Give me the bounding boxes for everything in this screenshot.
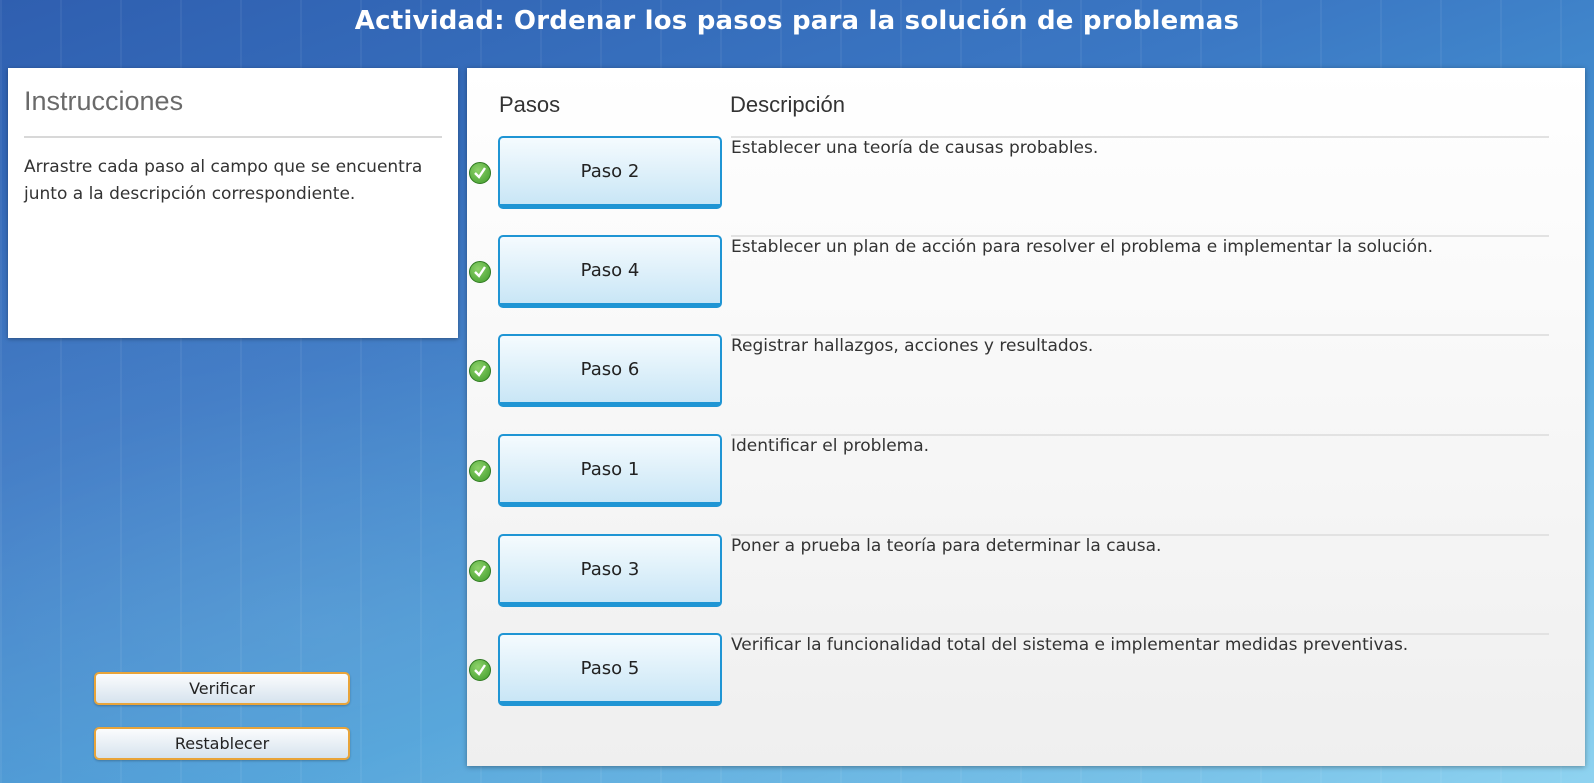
step-card[interactable]: Paso 1 [498,434,722,507]
table-row: Paso 5 Verificar la funcionalidad total … [467,633,1585,733]
page-title: Actividad: Ordenar los pasos para la sol… [354,6,1240,36]
step-card[interactable]: Paso 3 [498,534,722,607]
check-icon [469,261,491,283]
step-description: Establecer una teoría de causas probable… [731,138,1099,158]
instructions-text: Arrastre cada paso al campo que se encue… [24,157,423,204]
step-description: Registrar hallazgos, acciones y resultad… [731,336,1094,356]
steps-column-header: Pasos [499,92,561,117]
step-card[interactable]: Paso 4 [498,235,722,308]
step-card[interactable]: Paso 2 [498,136,722,209]
check-icon [469,162,491,184]
step-description: Establecer un plan de acción para resolv… [731,237,1434,257]
table-row: Paso 3 Poner a prueba la teoría para det… [467,534,1585,634]
step-description: Identificar el problema. [731,436,930,456]
instructions-divider [24,136,442,138]
step-description: Verificar la funcionalidad total del sis… [731,635,1409,655]
table-row: Paso 1 Identificar el problema. [467,434,1585,534]
reset-button[interactable]: Restablecer [94,727,350,760]
step-description: Poner a prueba la teoría para determinar… [731,536,1162,556]
instructions-panel: Instrucciones Arrastre cada paso al camp… [8,68,458,338]
check-icon [469,460,491,482]
activity-panel: Pasos Descripción Paso 2 Establecer una … [467,68,1585,766]
check-icon [469,560,491,582]
table-row: Paso 6 Registrar hallazgos, acciones y r… [467,334,1585,434]
check-icon [469,360,491,382]
check-icon [469,659,491,681]
table-row: Paso 4 Establecer un plan de acción para… [467,235,1585,335]
verify-button[interactable]: Verificar [94,672,350,705]
table-row: Paso 2 Establecer una teoría de causas p… [467,136,1585,236]
description-column-header: Descripción [730,92,845,117]
step-card[interactable]: Paso 6 [498,334,722,407]
instructions-heading: Instrucciones [24,86,184,116]
step-card[interactable]: Paso 5 [498,633,722,706]
